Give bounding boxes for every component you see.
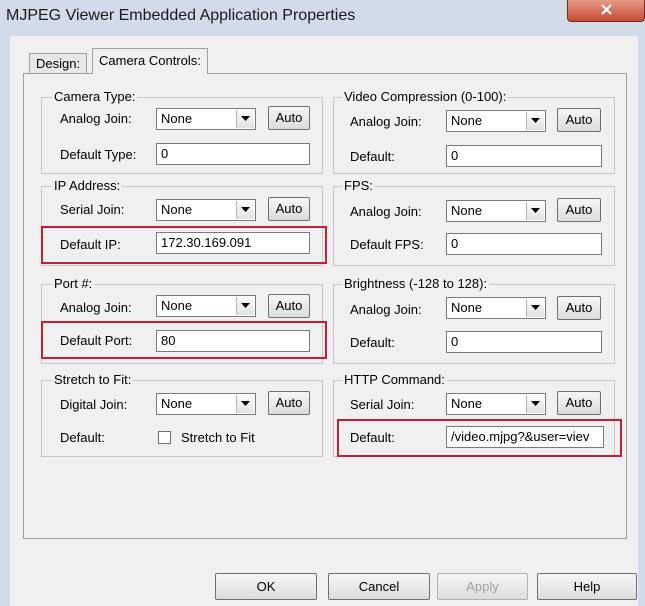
stretch-auto-button[interactable]: Auto: [268, 391, 310, 415]
brightness-default-input[interactable]: 0: [446, 331, 602, 353]
stretch-join-combo[interactable]: None: [156, 393, 256, 415]
fps-join-combo[interactable]: None: [446, 200, 546, 222]
brightness-default-label: Default:: [350, 335, 395, 350]
camera-type-auto-button[interactable]: Auto: [268, 106, 310, 130]
camera-type-default-label: Default Type:: [60, 147, 137, 162]
dropdown-button[interactable]: [236, 297, 254, 315]
group-title-brightness: Brightness (-128 to 128):: [342, 276, 490, 291]
ip-default-input[interactable]: 172.30.169.091: [156, 232, 310, 254]
http-default-input[interactable]: /video.mjpg?&user=viev: [446, 426, 604, 448]
port-join-label: Analog Join:: [60, 300, 132, 315]
chevron-down-icon: [531, 401, 540, 406]
group-title-video-compression: Video Compression (0-100):: [342, 89, 509, 104]
fps-default-input[interactable]: 0: [446, 233, 602, 255]
port-auto-button[interactable]: Auto: [268, 294, 310, 318]
chevron-down-icon: [241, 116, 250, 121]
combo-value: None: [161, 111, 193, 126]
http-auto-button[interactable]: Auto: [557, 391, 601, 415]
group-title-camera-type: Camera Type:: [52, 89, 138, 104]
chevron-down-icon: [241, 401, 250, 406]
brightness-join-label: Analog Join:: [350, 302, 422, 317]
camera-type-default-input[interactable]: 0: [156, 143, 310, 165]
video-compression-default-label: Default:: [350, 149, 395, 164]
port-join-combo[interactable]: None: [156, 295, 256, 317]
stretch-to-fit-checkbox-label[interactable]: Stretch to Fit: [181, 430, 255, 446]
chevron-down-icon: [531, 208, 540, 213]
port-default-input[interactable]: 80: [156, 330, 310, 352]
help-button[interactable]: Help: [537, 573, 637, 600]
tab-camera-controls[interactable]: Camera Controls:: [92, 48, 208, 74]
ip-join-label: Serial Join:: [60, 202, 125, 217]
dropdown-button[interactable]: [526, 395, 544, 413]
fps-auto-button[interactable]: Auto: [557, 198, 601, 222]
close-icon: [601, 4, 612, 15]
apply-button[interactable]: Apply: [437, 573, 528, 600]
combo-value: None: [451, 203, 483, 218]
chevron-down-icon: [531, 305, 540, 310]
dropdown-button[interactable]: [526, 202, 544, 220]
dropdown-button[interactable]: [236, 201, 254, 219]
video-compression-join-combo[interactable]: None: [446, 110, 546, 132]
tab-design[interactable]: Design:: [29, 53, 88, 73]
group-title-port: Port #:: [52, 276, 95, 291]
ip-auto-button[interactable]: Auto: [268, 197, 310, 221]
combo-value: None: [451, 300, 483, 315]
combo-value: None: [161, 202, 193, 217]
combo-value: None: [451, 113, 483, 128]
http-join-combo[interactable]: None: [446, 393, 546, 415]
group-title-fps: FPS:: [342, 178, 375, 193]
video-compression-auto-button[interactable]: Auto: [557, 108, 601, 132]
group-title-stretch-to-fit: Stretch to Fit:: [52, 372, 134, 387]
ip-join-combo[interactable]: None: [156, 199, 256, 221]
window-frame-right: [638, 36, 645, 606]
brightness-join-combo[interactable]: None: [446, 297, 546, 319]
combo-value: None: [451, 396, 483, 411]
camera-type-join-label: Analog Join:: [60, 111, 132, 126]
window-frame-left: [0, 36, 10, 606]
combo-value: None: [161, 396, 193, 411]
dropdown-button[interactable]: [526, 112, 544, 130]
group-title-ip-address: IP Address:: [52, 178, 123, 193]
stretch-join-label: Digital Join:: [60, 397, 128, 412]
group-title-http-command: HTTP Command:: [342, 372, 447, 387]
ok-button[interactable]: OK: [215, 573, 317, 600]
chevron-down-icon: [241, 207, 250, 212]
chevron-down-icon: [241, 303, 250, 308]
camera-type-join-combo[interactable]: None: [156, 108, 256, 130]
title-bar: MJPEG Viewer Embedded Application Proper…: [0, 0, 645, 36]
http-join-label: Serial Join:: [350, 397, 415, 412]
fps-join-label: Analog Join:: [350, 204, 422, 219]
video-compression-join-label: Analog Join:: [350, 114, 422, 129]
ip-default-label: Default IP:: [60, 237, 121, 252]
stretch-default-label: Default:: [60, 430, 105, 445]
close-button[interactable]: [567, 0, 645, 22]
http-default-label: Default:: [350, 430, 395, 445]
dropdown-button[interactable]: [236, 395, 254, 413]
brightness-auto-button[interactable]: Auto: [557, 296, 601, 320]
combo-value: None: [161, 298, 193, 313]
cancel-button[interactable]: Cancel: [328, 573, 430, 600]
dropdown-button[interactable]: [236, 110, 254, 128]
video-compression-default-input[interactable]: 0: [446, 145, 602, 167]
chevron-down-icon: [531, 118, 540, 123]
window-title: MJPEG Viewer Embedded Application Proper…: [6, 7, 356, 24]
dropdown-button[interactable]: [526, 299, 544, 317]
port-default-label: Default Port:: [60, 333, 133, 348]
stretch-to-fit-checkbox[interactable]: [158, 431, 171, 444]
fps-default-label: Default FPS:: [350, 237, 424, 252]
